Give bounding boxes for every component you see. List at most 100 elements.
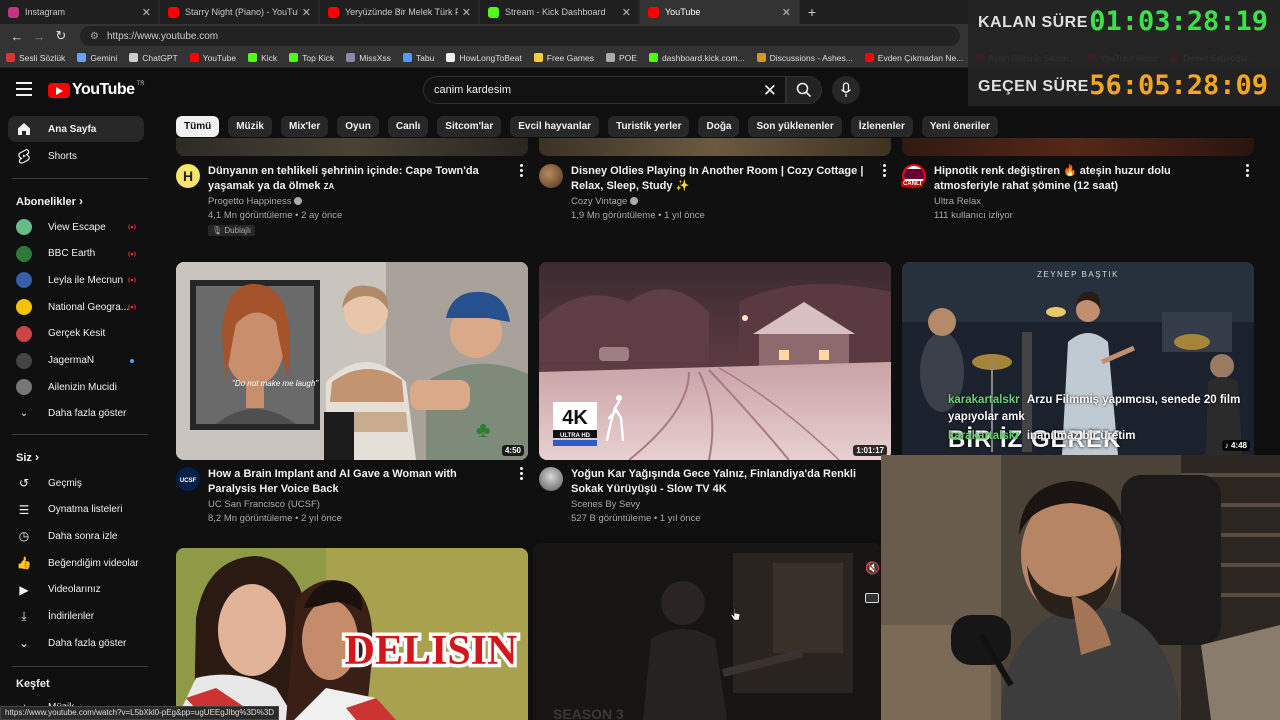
video-card[interactable]: Disney Oldies Playing In Another Room | … xyxy=(539,164,891,224)
video-preview-player[interactable]: SEASON 3 🔇 xyxy=(533,543,881,720)
filter-chip[interactable]: İzlenenler xyxy=(850,116,913,137)
sidebar-subscription-item[interactable]: Leyla ile Mecnun xyxy=(8,267,144,293)
filter-chip[interactable]: Sitcom'lar xyxy=(437,116,502,137)
video-thumbnail[interactable] xyxy=(902,138,1254,156)
sidebar-item[interactable]: ◷ Daha sonra izle xyxy=(8,523,144,549)
sidebar-subscription-item[interactable]: Ailenizin Mucidi xyxy=(8,374,144,400)
bookmark-item[interactable]: Sesli Sözlük xyxy=(6,53,65,63)
channel-name[interactable]: UC San Francisco (UCSF) xyxy=(208,499,320,510)
channel-avatar[interactable] xyxy=(539,467,563,491)
bookmark-item[interactable]: Evden Çıkmadan Ne... xyxy=(864,53,963,63)
bookmark-item[interactable]: Tabu xyxy=(402,53,434,63)
clear-search-icon[interactable]: ✕ xyxy=(763,81,777,101)
filter-chip[interactable]: Doğa xyxy=(698,116,740,137)
video-card[interactable]: H Dünyanın en tehlikeli şehrinin içinde:… xyxy=(176,164,528,238)
video-thumbnail[interactable] xyxy=(176,138,528,156)
bookmark-item[interactable]: MissXss xyxy=(346,53,391,63)
browser-tab[interactable]: Instagram ✕ xyxy=(0,0,160,24)
bookmark-item[interactable]: HowLongToBeat xyxy=(446,53,522,63)
channel-name[interactable]: Cozy Vintage xyxy=(571,196,639,207)
sidebar-item-shorts[interactable]: Shorts xyxy=(8,143,144,169)
sidebar-subscription-item[interactable]: View Escape xyxy=(8,214,144,240)
sidebar-subscription-item[interactable]: Gerçek Kesit xyxy=(8,321,144,347)
voice-search-button[interactable] xyxy=(832,76,860,104)
sidebar-subscription-item[interactable]: JagermaN xyxy=(8,348,144,374)
channel-name[interactable]: Ultra Relax xyxy=(934,196,981,207)
bookmark-item[interactable]: ChatGPT xyxy=(129,53,178,63)
close-tab-icon[interactable]: ✕ xyxy=(622,6,631,19)
address-bar[interactable]: ⚙ https://www.youtube.com xyxy=(80,26,960,46)
more-options-icon[interactable] xyxy=(520,164,524,178)
sidebar-item[interactable]: ▶ Videolarınız xyxy=(8,577,144,603)
video-thumbnail[interactable] xyxy=(539,138,891,156)
sidebar-item[interactable]: ⤓ İndirilenler xyxy=(8,604,144,630)
more-options-icon[interactable] xyxy=(520,467,524,481)
search-input[interactable]: canim kardesim ✕ xyxy=(423,76,786,104)
video-card[interactable]: CANLI Hipnotik renk değiştiren 🔥 ateşin … xyxy=(901,164,1254,224)
forward-icon[interactable]: → xyxy=(28,25,50,47)
filter-chip[interactable]: Son yüklenenler xyxy=(748,116,842,137)
video-title[interactable]: Yoğun Kar Yağışında Gece Yalnız, Finland… xyxy=(571,467,861,497)
browser-tab[interactable]: Starry Night (Piano) - YouTube ✕ xyxy=(160,0,320,24)
menu-icon[interactable] xyxy=(16,82,32,96)
sidebar-item[interactable]: ☰ Oynatma listeleri xyxy=(8,497,144,523)
sidebar-subscription-item[interactable]: BBC Earth xyxy=(8,241,144,267)
browser-tab[interactable]: Stream - Kick Dashboard ✕ xyxy=(480,0,640,24)
captions-icon[interactable] xyxy=(865,593,879,603)
search-button[interactable] xyxy=(786,76,822,104)
close-tab-icon[interactable]: ✕ xyxy=(142,6,151,19)
filter-chip[interactable]: Evcil hayvanlar xyxy=(510,116,600,137)
video-thumbnail[interactable]: "Do not make me laugh" ♣ 4:50 xyxy=(176,262,528,460)
video-thumbnail[interactable]: ZEYNEP BAŞTIK karakartalskr Arzu Filmmiş… xyxy=(902,262,1254,455)
channel-name[interactable]: Scenes By Sevy xyxy=(571,499,640,510)
channel-name[interactable]: Progetto Happiness xyxy=(208,196,303,207)
close-tab-icon[interactable]: ✕ xyxy=(302,6,311,19)
bookmark-item[interactable]: Discussions - Ashes... xyxy=(756,53,853,63)
bookmark-item[interactable]: POE xyxy=(606,53,637,63)
filter-chip[interactable]: Canlı xyxy=(387,116,429,137)
channel-avatar[interactable]: UCSF xyxy=(176,467,200,491)
sidebar-item[interactable]: ↺ Geçmiş xyxy=(8,470,144,496)
more-options-icon[interactable] xyxy=(883,164,887,178)
reload-icon[interactable]: ↻ xyxy=(50,25,72,47)
video-thumbnail[interactable]: 4K ULTRA HD 1:01:17 xyxy=(539,262,891,460)
video-card[interactable]: Yoğun Kar Yağışında Gece Yalnız, Finland… xyxy=(539,467,879,527)
site-info-icon[interactable]: ⚙ xyxy=(90,31,99,42)
filter-chip[interactable]: Yeni öneriler xyxy=(921,116,998,137)
channel-avatar[interactable] xyxy=(539,164,563,188)
browser-tab-active[interactable]: YouTube ✕ xyxy=(640,0,800,24)
filter-chip[interactable]: Mix'ler xyxy=(281,116,329,137)
you-header[interactable]: Siz › xyxy=(16,450,39,464)
video-title[interactable]: How a Brain Implant and AI Gave a Woman … xyxy=(208,467,508,497)
browser-tab[interactable]: Yeryüzünde Bir Melek Türk Filmi | ✕ xyxy=(320,0,480,24)
filter-chip[interactable]: Turistik yerler xyxy=(608,116,690,137)
video-card[interactable]: UCSF How a Brain Implant and AI Gave a W… xyxy=(176,467,528,527)
video-title[interactable]: Disney Oldies Playing In Another Room | … xyxy=(571,164,871,194)
close-tab-icon[interactable]: ✕ xyxy=(782,6,791,19)
filter-chip[interactable]: Oyun xyxy=(337,116,379,137)
video-title[interactable]: Hipnotik renk değiştiren 🔥 ateşin huzur … xyxy=(934,164,1234,194)
sidebar-item-home[interactable]: Ana Sayfa xyxy=(8,116,144,142)
bookmark-item[interactable]: YouTube xyxy=(189,53,236,63)
sidebar-item[interactable]: ⌄ Daha fazla göster xyxy=(8,630,144,656)
channel-avatar[interactable]: H xyxy=(176,164,200,188)
bookmark-item[interactable]: Free Games xyxy=(533,53,594,63)
back-icon[interactable]: ← xyxy=(6,25,28,47)
mute-icon[interactable]: 🔇 xyxy=(865,561,880,575)
bookmark-item[interactable]: Gemini xyxy=(77,53,117,63)
filter-chip[interactable]: Tümü xyxy=(176,116,220,137)
video-title[interactable]: Dünyanın en tehlikeli şehrinin içinde: C… xyxy=(208,164,508,194)
close-tab-icon[interactable]: ✕ xyxy=(462,6,471,19)
sidebar-item[interactable]: 👍 Beğendiğim videolar xyxy=(8,550,144,576)
bookmark-item[interactable]: dashboard.kick.com... xyxy=(648,53,745,63)
video-thumbnail[interactable]: DELISIN DELISIN xyxy=(176,548,528,720)
new-tab-button[interactable]: + xyxy=(800,0,824,24)
sidebar-subscription-item[interactable]: National Geogra... xyxy=(8,294,144,320)
bookmark-item[interactable]: Top Kick xyxy=(289,53,334,63)
more-options-icon[interactable] xyxy=(1246,164,1250,178)
bookmark-item[interactable]: Kick xyxy=(248,53,277,63)
subscriptions-header[interactable]: Abonelikler › xyxy=(16,194,83,208)
youtube-logo[interactable]: YouTube TR xyxy=(48,81,145,99)
sidebar-show-more[interactable]: ⌄ Daha fazla göster xyxy=(8,400,144,426)
filter-chip[interactable]: Müzik xyxy=(228,116,272,137)
